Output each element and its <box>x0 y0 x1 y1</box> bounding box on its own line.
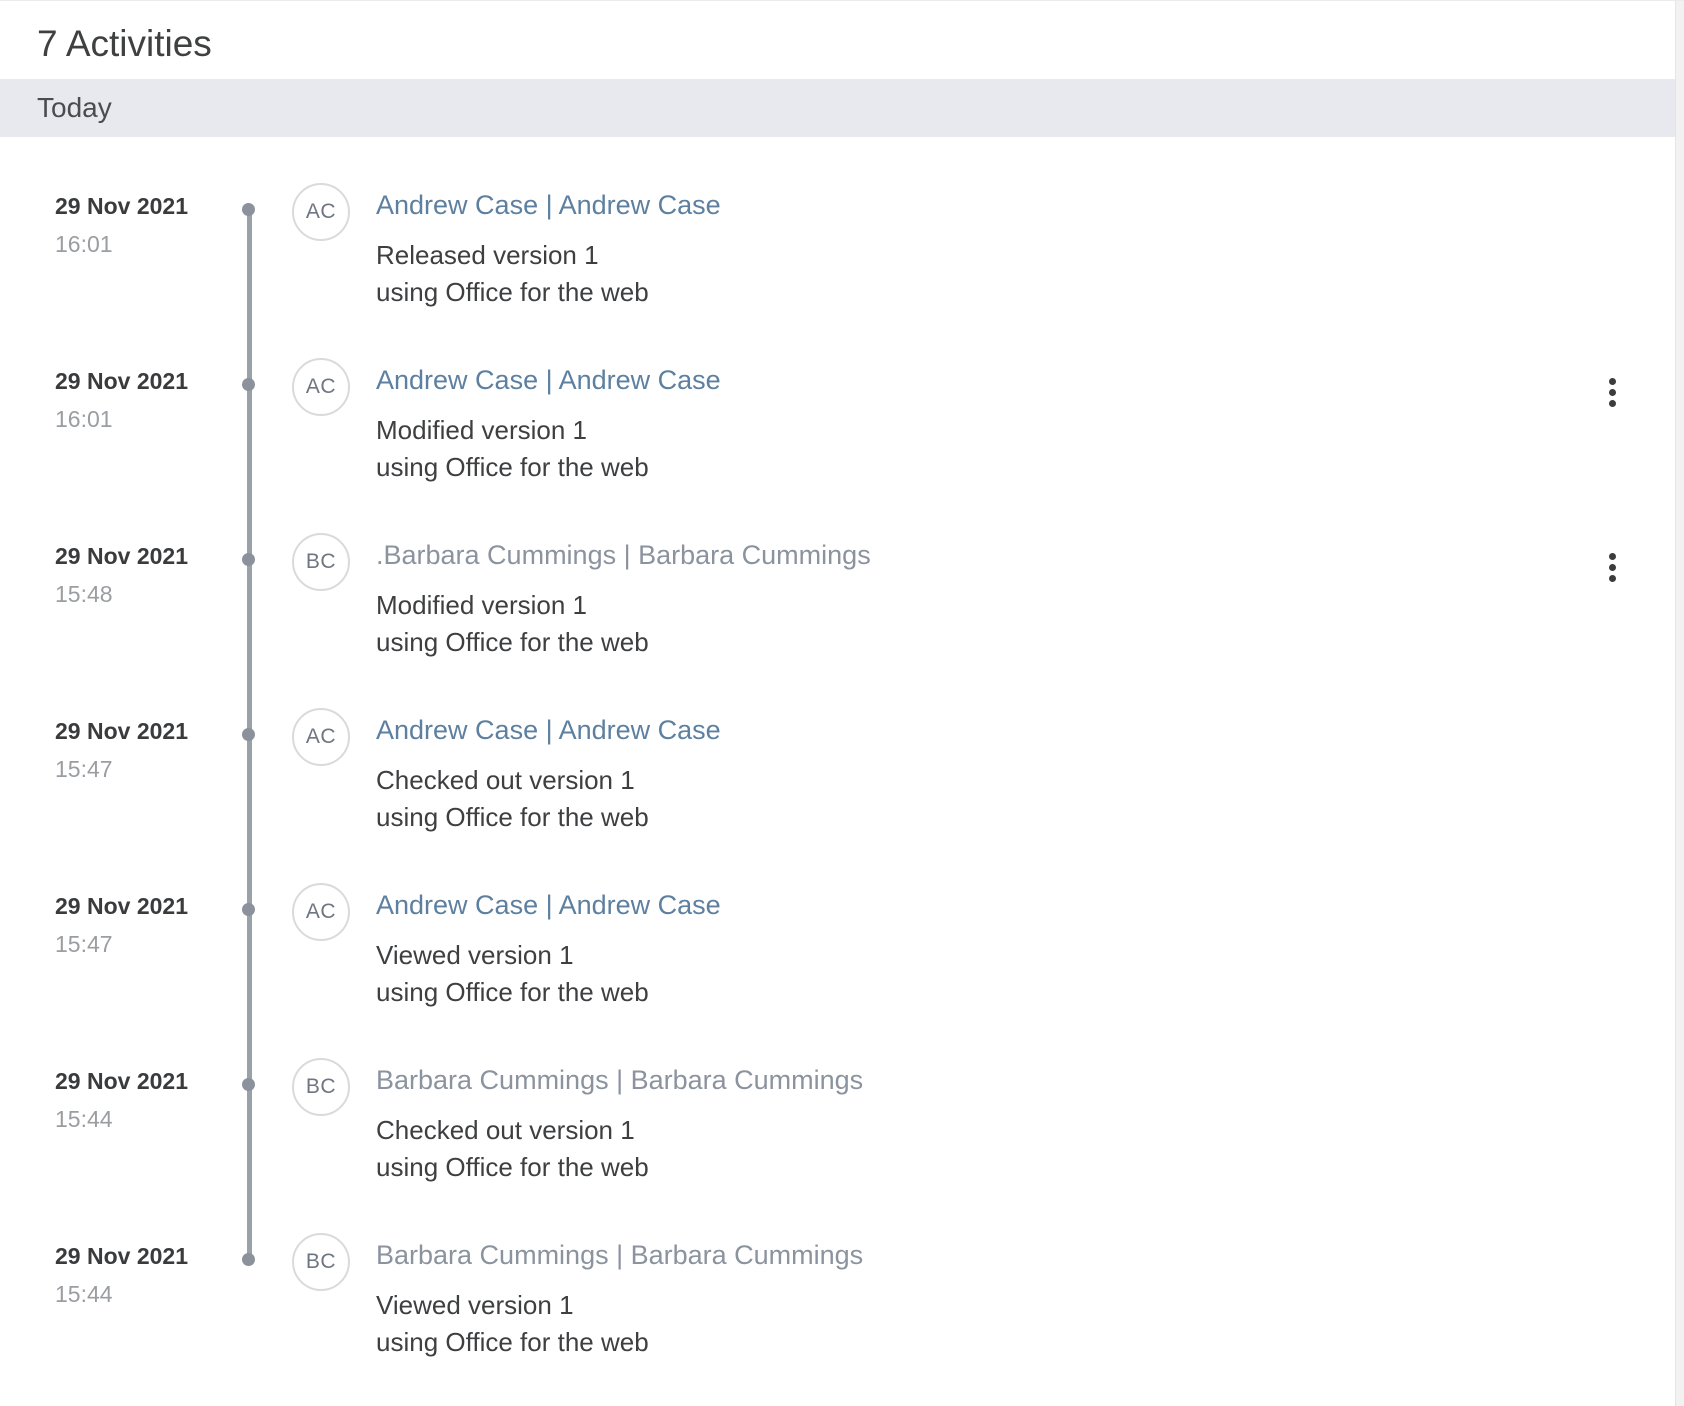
activity-content: .Barbara Cummings | Barbara Cummings Mod… <box>376 537 871 661</box>
user-avatar: BC <box>292 1233 350 1291</box>
activity-date: 29 Nov 2021 <box>55 543 188 569</box>
activity-via: using Office for the web <box>376 977 649 1007</box>
activity-content: Barbara Cummings | Barbara Cummings View… <box>376 1237 863 1361</box>
user-avatar: AC <box>292 358 350 416</box>
activity-list: 29 Nov 2021 16:01 AC Andrew Case | Andre… <box>0 179 1684 1404</box>
activity-date: 29 Nov 2021 <box>55 193 188 219</box>
activity-time: 15:44 <box>55 1106 113 1132</box>
user-name-label[interactable]: Andrew Case | Andrew Case <box>376 187 721 223</box>
kebab-menu-icon <box>1608 552 1616 582</box>
scrollbar-track[interactable] <box>1675 1 1684 1406</box>
activity-entry: 29 Nov 2021 16:01 AC Andrew Case | Andre… <box>0 354 1684 529</box>
activity-time: 16:01 <box>55 406 113 432</box>
activity-entry: 29 Nov 2021 15:47 AC Andrew Case | Andre… <box>0 704 1684 879</box>
activity-date: 29 Nov 2021 <box>55 718 188 744</box>
activity-entry: 29 Nov 2021 15:47 AC Andrew Case | Andre… <box>0 879 1684 1054</box>
timeline-dot <box>242 203 255 216</box>
activity-via: using Office for the web <box>376 627 649 657</box>
activity-time: 15:47 <box>55 931 113 957</box>
avatar-initials: BC <box>305 550 337 573</box>
timeline-dot <box>242 378 255 391</box>
activity-date: 29 Nov 2021 <box>55 1243 188 1269</box>
avatar-initials: AC <box>305 900 337 923</box>
user-avatar: BC <box>292 533 350 591</box>
user-name-label[interactable]: Andrew Case | Andrew Case <box>376 712 721 748</box>
group-header-label: Today <box>37 92 112 123</box>
activity-via: using Office for the web <box>376 1152 649 1182</box>
activity-entry: 29 Nov 2021 15:48 BC .Barbara Cummings |… <box>0 529 1684 704</box>
activity-panel: 7 Activities Today 29 Nov 2021 16:01 AC … <box>0 0 1684 1406</box>
activity-via: using Office for the web <box>376 1327 649 1357</box>
more-options-button[interactable] <box>1598 370 1626 414</box>
activity-action: Viewed version 1 <box>376 1290 574 1320</box>
activity-time: 15:44 <box>55 1281 113 1307</box>
user-name-label[interactable]: .Barbara Cummings | Barbara Cummings <box>376 537 871 573</box>
activity-via: using Office for the web <box>376 452 649 482</box>
page-title: 7 Activities <box>37 23 212 64</box>
avatar-initials: AC <box>305 200 337 223</box>
activity-action: Viewed version 1 <box>376 940 574 970</box>
user-avatar: AC <box>292 183 350 241</box>
group-header-today: Today <box>0 79 1675 137</box>
user-avatar: AC <box>292 708 350 766</box>
activity-via: using Office for the web <box>376 802 649 832</box>
activity-date: 29 Nov 2021 <box>55 1068 188 1094</box>
timeline-dot <box>242 728 255 741</box>
user-avatar: AC <box>292 883 350 941</box>
avatar-initials: BC <box>305 1250 337 1273</box>
activity-date: 29 Nov 2021 <box>55 893 188 919</box>
user-name-label[interactable]: Andrew Case | Andrew Case <box>376 887 721 923</box>
activity-content: Barbara Cummings | Barbara Cummings Chec… <box>376 1062 863 1186</box>
avatar-initials: AC <box>305 375 337 398</box>
activity-content: Andrew Case | Andrew Case Checked out ve… <box>376 712 721 836</box>
timeline-dot <box>242 1078 255 1091</box>
activity-time: 15:48 <box>55 581 113 607</box>
activity-entry: 29 Nov 2021 15:44 BC Barbara Cummings | … <box>0 1054 1684 1229</box>
user-name-label[interactable]: Barbara Cummings | Barbara Cummings <box>376 1237 863 1273</box>
activity-content: Andrew Case | Andrew Case Viewed version… <box>376 887 721 1011</box>
user-avatar: BC <box>292 1058 350 1116</box>
timeline-dot <box>242 903 255 916</box>
kebab-menu-icon <box>1608 377 1616 407</box>
activity-action: Checked out version 1 <box>376 1115 635 1145</box>
avatar-initials: BC <box>305 1075 337 1098</box>
more-options-button[interactable] <box>1598 545 1626 589</box>
user-name-label[interactable]: Barbara Cummings | Barbara Cummings <box>376 1062 863 1098</box>
activity-time: 15:47 <box>55 756 113 782</box>
activity-action: Released version 1 <box>376 240 599 270</box>
activity-action: Modified version 1 <box>376 590 587 620</box>
user-name-label[interactable]: Andrew Case | Andrew Case <box>376 362 721 398</box>
activity-action: Modified version 1 <box>376 415 587 445</box>
activity-date: 29 Nov 2021 <box>55 368 188 394</box>
activity-via: using Office for the web <box>376 277 649 307</box>
timeline-dot <box>242 553 255 566</box>
activity-content: Andrew Case | Andrew Case Released versi… <box>376 187 721 311</box>
timeline-dot <box>242 1253 255 1266</box>
activity-time: 16:01 <box>55 231 113 257</box>
activity-entry: 29 Nov 2021 15:44 BC Barbara Cummings | … <box>0 1229 1684 1404</box>
activity-action: Checked out version 1 <box>376 765 635 795</box>
avatar-initials: AC <box>305 725 337 748</box>
activity-content: Andrew Case | Andrew Case Modified versi… <box>376 362 721 486</box>
activity-entry: 29 Nov 2021 16:01 AC Andrew Case | Andre… <box>0 179 1684 354</box>
